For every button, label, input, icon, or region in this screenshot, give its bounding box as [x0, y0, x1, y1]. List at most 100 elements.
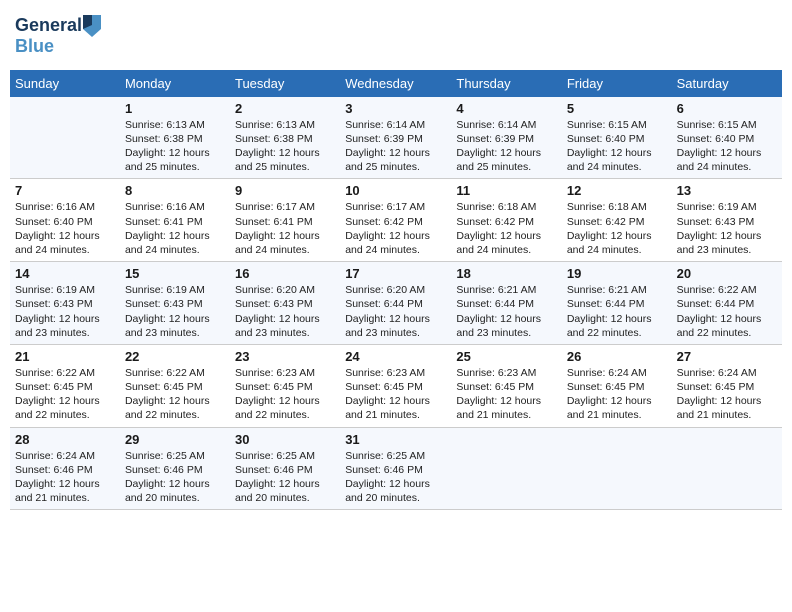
- calendar-cell: [672, 427, 782, 510]
- day-info: Sunrise: 6:21 AM Sunset: 6:44 PM Dayligh…: [567, 283, 667, 340]
- day-number: 18: [456, 266, 556, 281]
- calendar-cell: 3 Sunrise: 6:14 AM Sunset: 6:39 PM Daylig…: [340, 97, 451, 179]
- day-info: Sunrise: 6:17 AM Sunset: 6:41 PM Dayligh…: [235, 200, 335, 257]
- day-number: 9: [235, 183, 335, 198]
- day-info: Sunrise: 6:19 AM Sunset: 6:43 PM Dayligh…: [677, 200, 777, 257]
- calendar-cell: [562, 427, 672, 510]
- calendar-table: SundayMondayTuesdayWednesdayThursdayFrid…: [10, 70, 782, 510]
- calendar-cell: 8 Sunrise: 6:16 AM Sunset: 6:41 PM Daylig…: [120, 179, 230, 262]
- day-info: Sunrise: 6:13 AM Sunset: 6:38 PM Dayligh…: [125, 118, 225, 175]
- day-info: Sunrise: 6:16 AM Sunset: 6:41 PM Dayligh…: [125, 200, 225, 257]
- day-number: 8: [125, 183, 225, 198]
- logo: GeneralBlue: [15, 15, 101, 57]
- day-info: Sunrise: 6:22 AM Sunset: 6:45 PM Dayligh…: [15, 366, 115, 423]
- day-number: 11: [456, 183, 556, 198]
- day-number: 4: [456, 101, 556, 116]
- calendar-cell: 17 Sunrise: 6:20 AM Sunset: 6:44 PM Dayli…: [340, 262, 451, 345]
- day-number: 24: [345, 349, 446, 364]
- day-number: 21: [15, 349, 115, 364]
- calendar-cell: 4Sunrise: 6:14 AM Sunset: 6:39 PM Daylig…: [451, 97, 561, 179]
- header-friday: Friday: [562, 70, 672, 97]
- day-info: Sunrise: 6:19 AM Sunset: 6:43 PM Dayligh…: [125, 283, 225, 340]
- week-row-5: 28 Sunrise: 6:24 AM Sunset: 6:46 PM Dayli…: [10, 427, 782, 510]
- calendar-cell: 16 Sunrise: 6:20 AM Sunset: 6:43 PM Dayli…: [230, 262, 340, 345]
- week-row-1: 1 Sunrise: 6:13 AM Sunset: 6:38 PM Daylig…: [10, 97, 782, 179]
- day-info: Sunrise: 6:24 AM Sunset: 6:45 PM Dayligh…: [677, 366, 777, 423]
- day-number: 16: [235, 266, 335, 281]
- logo-text: GeneralBlue: [15, 15, 101, 57]
- day-number: 3: [345, 101, 446, 116]
- day-number: 7: [15, 183, 115, 198]
- calendar-cell: 13 Sunrise: 6:19 AM Sunset: 6:43 PM Dayli…: [672, 179, 782, 262]
- day-info: Sunrise: 6:18 AM Sunset: 6:42 PM Dayligh…: [567, 200, 667, 257]
- calendar-cell: [10, 97, 120, 179]
- calendar-cell: 22 Sunrise: 6:22 AM Sunset: 6:45 PM Dayli…: [120, 344, 230, 427]
- day-number: 13: [677, 183, 777, 198]
- calendar-cell: 30 Sunrise: 6:25 AM Sunset: 6:46 PM Dayli…: [230, 427, 340, 510]
- day-number: 14: [15, 266, 115, 281]
- day-info: Sunrise: 6:17 AM Sunset: 6:42 PM Dayligh…: [345, 200, 446, 257]
- header-thursday: Thursday: [451, 70, 561, 97]
- day-number: 22: [125, 349, 225, 364]
- day-number: 17: [345, 266, 446, 281]
- calendar-cell: 29Sunrise: 6:25 AM Sunset: 6:46 PM Dayli…: [120, 427, 230, 510]
- calendar-cell: 6 Sunrise: 6:15 AM Sunset: 6:40 PM Daylig…: [672, 97, 782, 179]
- day-info: Sunrise: 6:22 AM Sunset: 6:44 PM Dayligh…: [677, 283, 777, 340]
- week-row-2: 7 Sunrise: 6:16 AM Sunset: 6:40 PM Daylig…: [10, 179, 782, 262]
- day-info: Sunrise: 6:20 AM Sunset: 6:44 PM Dayligh…: [345, 283, 446, 340]
- day-number: 31: [345, 432, 446, 447]
- day-number: 23: [235, 349, 335, 364]
- calendar-cell: 31 Sunrise: 6:25 AM Sunset: 6:46 PM Dayli…: [340, 427, 451, 510]
- day-info: Sunrise: 6:23 AM Sunset: 6:45 PM Dayligh…: [456, 366, 556, 423]
- day-number: 26: [567, 349, 667, 364]
- calendar-cell: 19 Sunrise: 6:21 AM Sunset: 6:44 PM Dayli…: [562, 262, 672, 345]
- week-row-4: 21 Sunrise: 6:22 AM Sunset: 6:45 PM Dayli…: [10, 344, 782, 427]
- day-number: 28: [15, 432, 115, 447]
- calendar-cell: 10 Sunrise: 6:17 AM Sunset: 6:42 PM Dayli…: [340, 179, 451, 262]
- day-number: 27: [677, 349, 777, 364]
- day-info: Sunrise: 6:25 AM Sunset: 6:46 PM Dayligh…: [235, 449, 335, 506]
- day-number: 19: [567, 266, 667, 281]
- calendar-cell: 7 Sunrise: 6:16 AM Sunset: 6:40 PM Daylig…: [10, 179, 120, 262]
- day-info: Sunrise: 6:22 AM Sunset: 6:45 PM Dayligh…: [125, 366, 225, 423]
- calendar-cell: 23Sunrise: 6:23 AM Sunset: 6:45 PM Dayli…: [230, 344, 340, 427]
- day-info: Sunrise: 6:24 AM Sunset: 6:45 PM Dayligh…: [567, 366, 667, 423]
- header-sunday: Sunday: [10, 70, 120, 97]
- day-number: 1: [125, 101, 225, 116]
- calendar-cell: 27 Sunrise: 6:24 AM Sunset: 6:45 PM Dayli…: [672, 344, 782, 427]
- day-info: Sunrise: 6:24 AM Sunset: 6:46 PM Dayligh…: [15, 449, 115, 506]
- page-header: GeneralBlue: [10, 10, 782, 62]
- calendar-cell: 2 Sunrise: 6:13 AM Sunset: 6:38 PM Daylig…: [230, 97, 340, 179]
- day-number: 15: [125, 266, 225, 281]
- day-number: 2: [235, 101, 335, 116]
- day-info: Sunrise: 6:20 AM Sunset: 6:43 PM Dayligh…: [235, 283, 335, 340]
- calendar-cell: 14 Sunrise: 6:19 AM Sunset: 6:43 PM Dayli…: [10, 262, 120, 345]
- day-number: 12: [567, 183, 667, 198]
- header-wednesday: Wednesday: [340, 70, 451, 97]
- calendar-cell: 5Sunrise: 6:15 AM Sunset: 6:40 PM Daylig…: [562, 97, 672, 179]
- calendar-cell: 11 Sunrise: 6:18 AM Sunset: 6:42 PM Dayli…: [451, 179, 561, 262]
- calendar-cell: [451, 427, 561, 510]
- day-info: Sunrise: 6:25 AM Sunset: 6:46 PM Dayligh…: [345, 449, 446, 506]
- day-number: 6: [677, 101, 777, 116]
- day-number: 5: [567, 101, 667, 116]
- day-info: Sunrise: 6:13 AM Sunset: 6:38 PM Dayligh…: [235, 118, 335, 175]
- calendar-cell: 24 Sunrise: 6:23 AM Sunset: 6:45 PM Dayli…: [340, 344, 451, 427]
- day-number: 10: [345, 183, 446, 198]
- calendar-cell: 25 Sunrise: 6:23 AM Sunset: 6:45 PM Dayli…: [451, 344, 561, 427]
- day-info: Sunrise: 6:19 AM Sunset: 6:43 PM Dayligh…: [15, 283, 115, 340]
- day-number: 25: [456, 349, 556, 364]
- day-info: Sunrise: 6:23 AM Sunset: 6:45 PM Dayligh…: [345, 366, 446, 423]
- day-info: Sunrise: 6:14 AM Sunset: 6:39 PM Dayligh…: [345, 118, 446, 175]
- day-info: Sunrise: 6:25 AM Sunset: 6:46 PM Dayligh…: [125, 449, 225, 506]
- header-monday: Monday: [120, 70, 230, 97]
- day-info: Sunrise: 6:15 AM Sunset: 6:40 PM Dayligh…: [677, 118, 777, 175]
- day-info: Sunrise: 6:18 AM Sunset: 6:42 PM Dayligh…: [456, 200, 556, 257]
- day-number: 20: [677, 266, 777, 281]
- day-number: 30: [235, 432, 335, 447]
- header-saturday: Saturday: [672, 70, 782, 97]
- calendar-cell: 21 Sunrise: 6:22 AM Sunset: 6:45 PM Dayli…: [10, 344, 120, 427]
- day-info: Sunrise: 6:16 AM Sunset: 6:40 PM Dayligh…: [15, 200, 115, 257]
- calendar-cell: 1 Sunrise: 6:13 AM Sunset: 6:38 PM Daylig…: [120, 97, 230, 179]
- calendar-cell: 28 Sunrise: 6:24 AM Sunset: 6:46 PM Dayli…: [10, 427, 120, 510]
